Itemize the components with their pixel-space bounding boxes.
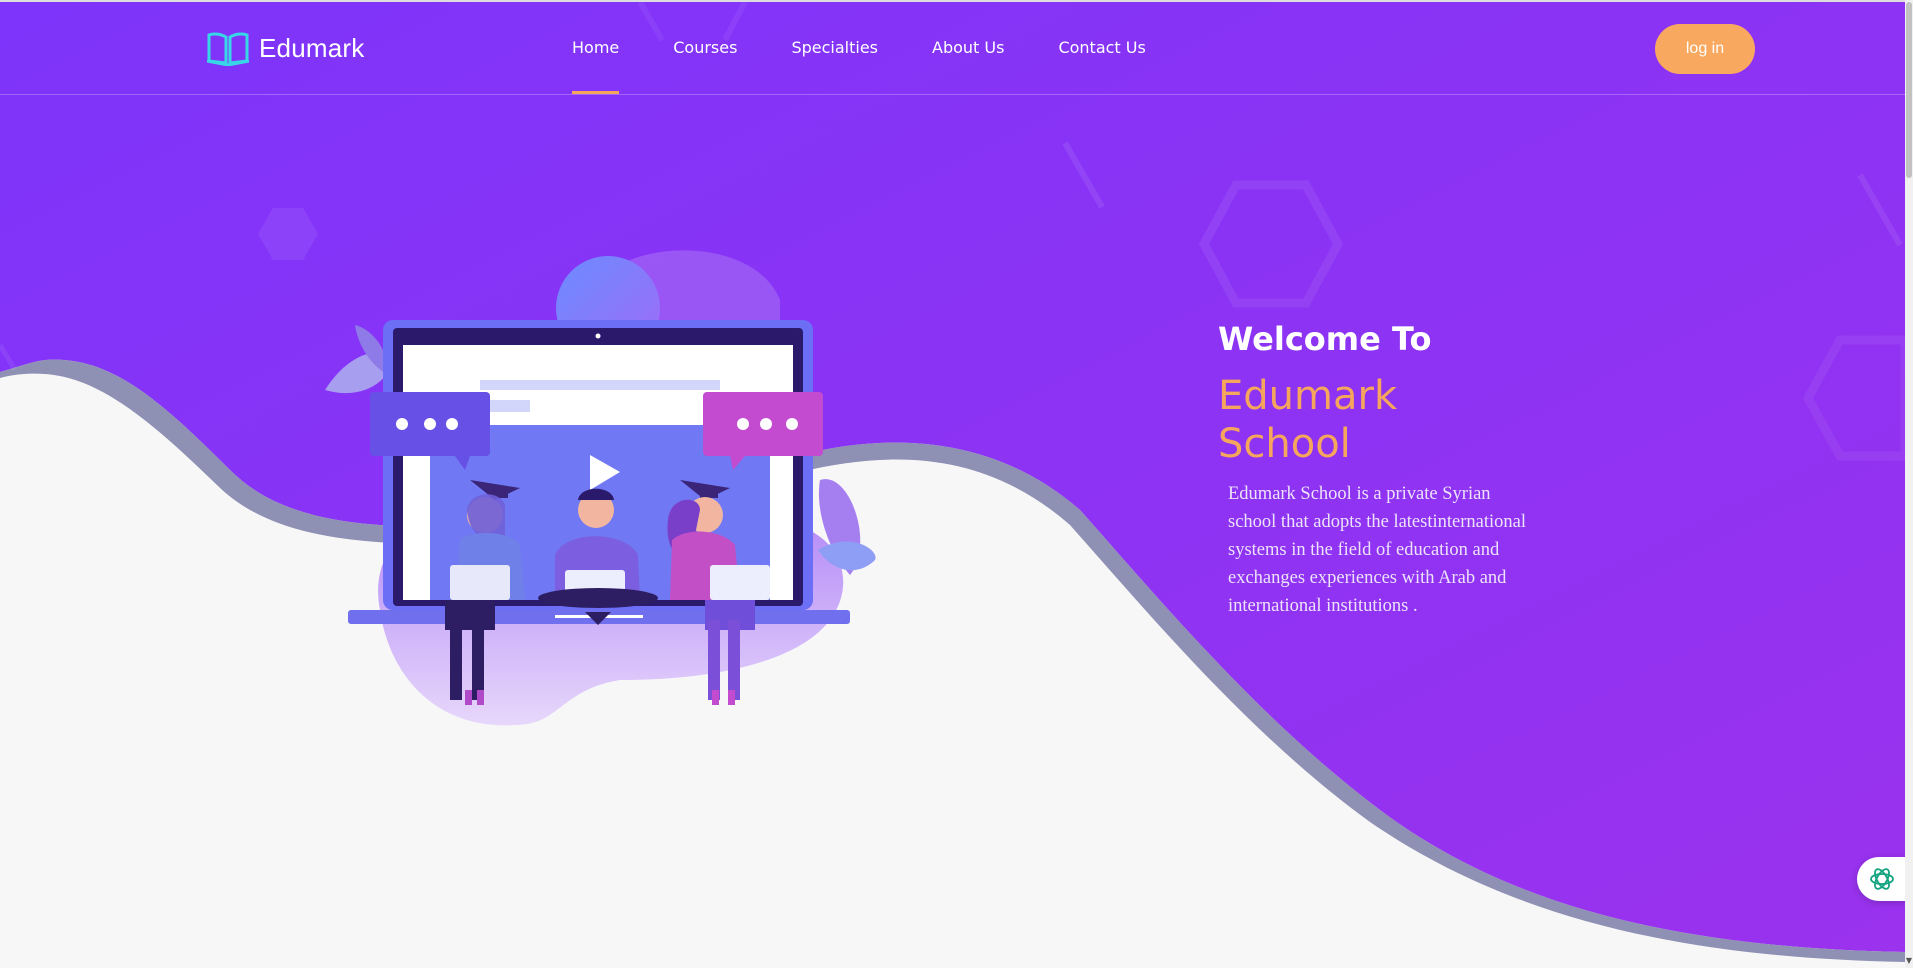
school-name: Edumark School [1218,372,1518,468]
hero-illustration [325,250,876,726]
welcome-heading: Welcome To [1218,320,1432,358]
page: Edumark Home Courses Specialties About U… [0,0,1913,968]
nav-home[interactable]: Home [572,38,620,94]
school-name-line2: School [1218,421,1351,467]
brand-logo[interactable]: Edumark [206,30,364,66]
scrollbar-thumb[interactable] [1906,2,1912,178]
nav-about-us[interactable]: About Us [932,38,1004,57]
login-button[interactable]: log in [1655,24,1755,74]
hero-text: Welcome To Edumark School Edumark School… [1218,320,1526,620]
nav-contact-us[interactable]: Contact Us [1058,38,1145,57]
nav-courses[interactable]: Courses [673,38,737,57]
nav-specialties[interactable]: Specialties [791,38,878,57]
brand-name: Edumark [259,32,365,63]
scroll-down-arrow-icon[interactable]: ▼ [1905,955,1913,967]
main-nav: Home Courses Specialties About Us Contac… [572,38,1146,94]
page-scrollbar[interactable]: ▼ [1905,0,1913,968]
open-book-icon [206,32,250,66]
chat-assistant-button[interactable] [1857,857,1907,901]
chat-assistant-icon [1870,868,1894,890]
school-name-line1: Edumark [1218,373,1398,419]
hero-description: Edumark School is a private Syrian schoo… [1228,484,1526,616]
site-header: Edumark Home Courses Specialties About U… [0,2,1905,95]
